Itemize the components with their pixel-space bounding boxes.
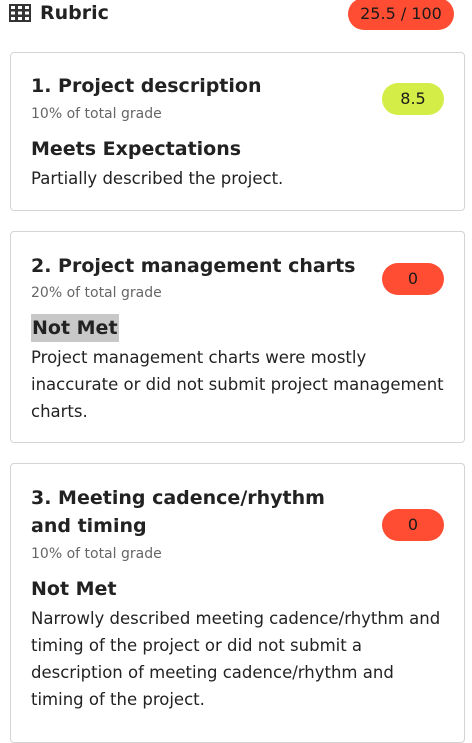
criterion-description: Project management charts were mostly in… [31, 348, 444, 421]
criterion-title: 1. Project description [31, 75, 262, 97]
total-score-badge: 25.5 / 100 [348, 0, 454, 30]
criterion-description: Narrowly described meeting cadence/rhyth… [31, 609, 441, 709]
criterion-score-badge: 0 [382, 263, 444, 295]
criterion-card-2: 2. Project management charts 20% of tota… [10, 231, 465, 443]
criterion-level: Meets Expectations [31, 138, 242, 160]
grid-icon [9, 4, 31, 22]
criterion-weight: 20% of total grade [31, 285, 162, 301]
criterion-score-badge: 0 [382, 509, 444, 541]
criterion-weight: 10% of total grade [31, 106, 162, 122]
criterion-title: 2. Project management charts [31, 255, 356, 277]
criterion-card-3: 3. Meeting cadence/rhythm and timing 10%… [10, 463, 465, 743]
criterion-card-1: 1. Project description 10% of total grad… [10, 52, 465, 211]
criterion-title: 3. Meeting cadence/rhythm and timing [31, 487, 325, 537]
criterion-description: Partially described the project. [31, 169, 284, 188]
criterion-weight: 10% of total grade [31, 546, 162, 562]
rubric-header: Rubric 25.5 / 100 [0, 0, 472, 36]
criterion-score-badge: 8.5 [382, 83, 444, 115]
criterion-level: Not Met [31, 314, 119, 342]
criterion-level: Not Met [31, 578, 117, 600]
rubric-title: Rubric [40, 2, 109, 24]
